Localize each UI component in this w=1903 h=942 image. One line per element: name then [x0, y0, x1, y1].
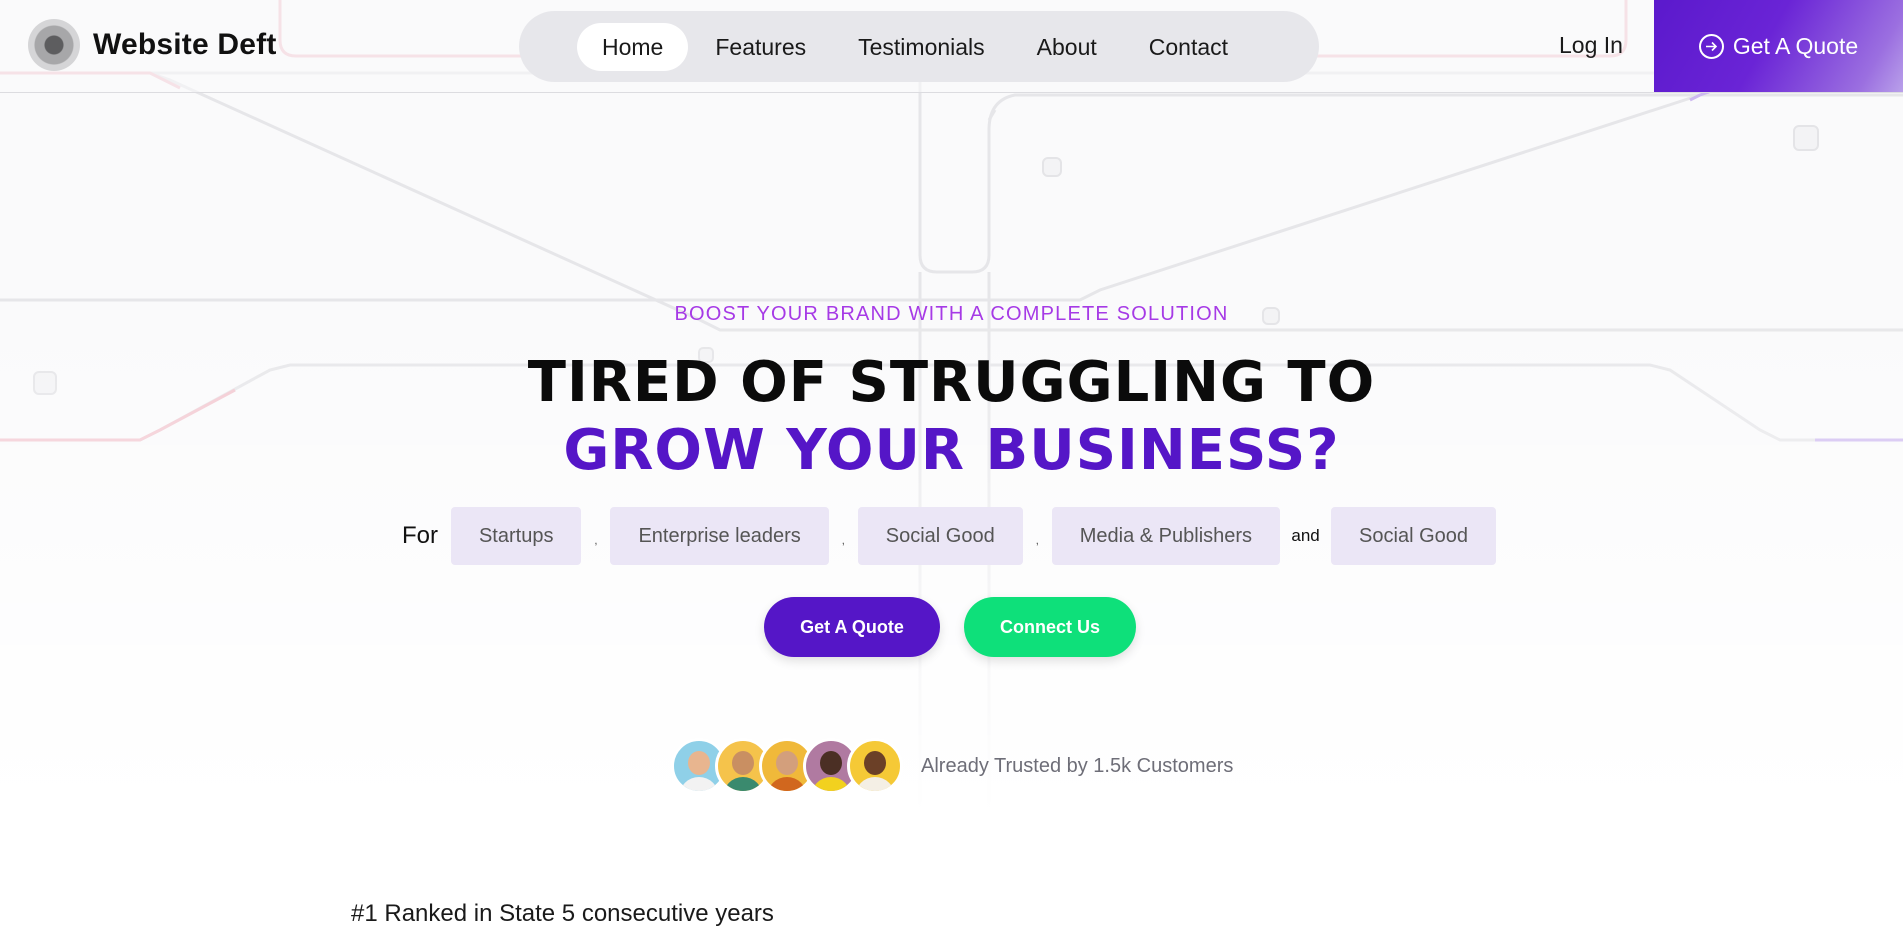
audience-chip-social-good-2: Social Good	[1331, 507, 1497, 565]
hero-eyebrow: BOOST YOUR BRAND WITH A COMPLETE SOLUTIO…	[674, 303, 1229, 325]
customer-avatars	[671, 738, 903, 794]
hero-headline-line1: TIRED OF STRUGGLING TO	[527, 350, 1376, 415]
separator: ,	[841, 533, 845, 547]
audience-chip-enterprise: Enterprise leaders	[610, 507, 829, 565]
main-nav: Home Features Testimonials About Contact	[519, 11, 1319, 82]
header-get-quote-button[interactable]: Get A Quote	[1654, 0, 1903, 92]
header-get-quote-label: Get A Quote	[1732, 32, 1859, 59]
site-header: Website Deft Home Features Testimonials …	[0, 0, 1903, 93]
and-label: and	[1291, 526, 1320, 545]
for-label: For	[401, 522, 438, 549]
landing-page: Website Deft Home Features Testimonials …	[0, 0, 1903, 942]
logo-icon	[28, 19, 80, 71]
trust-badge: Already Trusted by 1.5k Customers	[671, 738, 1233, 794]
arrow-circle-right-icon	[1698, 33, 1724, 59]
audience-chip-media: Media & Publishers	[1051, 507, 1281, 565]
nav-item-features[interactable]: Features	[690, 23, 831, 71]
nav-item-home[interactable]: Home	[577, 22, 689, 71]
brand-logo[interactable]: Website Deft	[28, 19, 277, 71]
separator: ,	[594, 533, 598, 547]
nav-item-testimonials[interactable]: Testimonials	[833, 23, 1010, 71]
audience-chip-social-good: Social Good	[857, 507, 1023, 565]
hero-headline-line2: GROW YOUR BUSINESS?	[563, 418, 1340, 483]
nav-item-contact[interactable]: Contact	[1124, 23, 1253, 71]
get-quote-button[interactable]: Get A Quote	[764, 597, 940, 657]
connect-us-button[interactable]: Connect Us	[964, 597, 1136, 657]
separator: ,	[1035, 533, 1039, 547]
ranked-text: #1 Ranked in State 5 consecutive years	[351, 900, 774, 927]
audience-row: For Startups , Enterprise leaders , Soci…	[0, 507, 1903, 565]
cta-row: Get A Quote Connect Us	[0, 597, 1903, 657]
nav-item-about[interactable]: About	[1012, 23, 1122, 71]
login-link[interactable]: Log In	[1559, 32, 1623, 59]
audience-chip-startups: Startups	[450, 507, 582, 565]
trust-text: Already Trusted by 1.5k Customers	[921, 754, 1234, 777]
brand-name: Website Deft	[93, 28, 277, 61]
avatar	[847, 738, 903, 794]
